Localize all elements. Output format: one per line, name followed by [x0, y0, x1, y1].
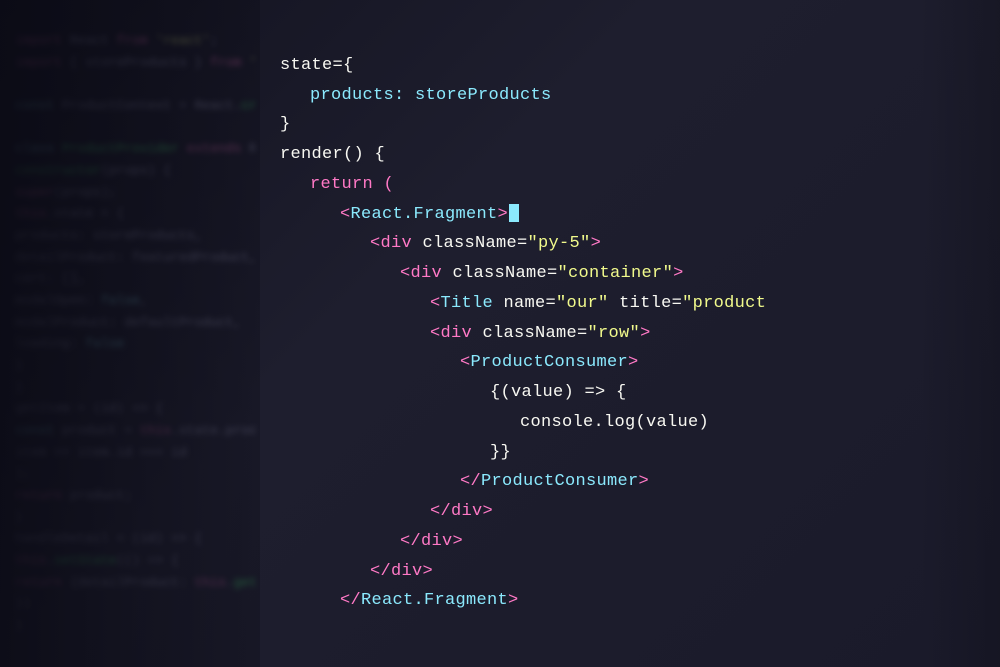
blur-line-11: detailProduct: featuredProduct,: [15, 247, 255, 269]
code-text: </React.Fragment>: [280, 586, 519, 616]
blur-line-1: import React from 'react';: [15, 30, 255, 52]
code-text: {(value) => {: [280, 378, 627, 408]
blur-line-15: loading: false: [15, 333, 255, 355]
code-line-productconsumer-close: </ProductConsumer>: [280, 467, 970, 497]
code-line-close-py5: </div>: [280, 557, 970, 587]
code-text: </div>: [280, 557, 433, 587]
code-text: products: storeProducts: [280, 81, 552, 111]
code-text: </div>: [280, 527, 463, 557]
code-line-close-fn: }}: [280, 438, 970, 468]
code-line-close-container: </div>: [280, 527, 970, 557]
code-text: }: [280, 110, 291, 140]
code-line-close-state: }: [280, 110, 970, 140]
code-line-productconsumer-open: <ProductConsumer>: [280, 348, 970, 378]
text-cursor: [509, 204, 519, 222]
blur-line-5: [15, 117, 255, 139]
blur-line-13: modalOpen: false,: [15, 290, 255, 312]
code-line-state: state={: [280, 51, 970, 81]
blur-line-14: modalProduct: defaultProduct,: [15, 312, 255, 334]
code-text: state={: [280, 51, 354, 81]
code-text: <React.Fragment>: [280, 200, 519, 230]
code-block: state={ products: storeProducts } render…: [260, 31, 1000, 636]
code-line-div-row: <div className="row">: [280, 319, 970, 349]
blur-line-2: import { storeProducts } from './data';: [15, 52, 255, 74]
code-text: <ProductConsumer>: [280, 348, 639, 378]
code-text: <div className="py-5">: [280, 229, 601, 259]
blur-line-7: constructor(props) {: [15, 160, 255, 182]
code-line-div-container: <div className="container">: [280, 259, 970, 289]
code-line-fragment-close: </React.Fragment>: [280, 586, 970, 616]
code-text: </ProductConsumer>: [280, 467, 649, 497]
blur-line-19: const product = this.state.products.find…: [15, 420, 255, 442]
code-line-render: render() {: [280, 140, 970, 170]
blur-line-20: item => item.id === id: [15, 442, 255, 464]
code-line-fragment-open: <React.Fragment>: [280, 200, 970, 230]
blur-line-25: this.setState(() => {: [15, 550, 255, 572]
code-line-console-log: console.log(value): [280, 408, 970, 438]
blur-line-4: const ProductContext = React.createConte…: [15, 95, 255, 117]
blur-line-24: handleDetail = (id) => {: [15, 528, 255, 550]
blur-line-10: products: storeProducts,: [15, 225, 255, 247]
blur-line-26: return {detailProduct: this.getItem(id)}: [15, 572, 255, 594]
code-line-div-py5: <div className="py-5">: [280, 229, 970, 259]
code-text: </div>: [280, 497, 493, 527]
code-text: return (: [280, 170, 394, 200]
blur-line-9: this.state = {: [15, 203, 255, 225]
code-text: }}: [280, 438, 511, 468]
editor-container: import React from 'react'; import { stor…: [0, 0, 1000, 667]
blur-line-8: super(props);: [15, 182, 255, 204]
code-line-return: return (: [280, 170, 970, 200]
code-line-title: <Title name="our" title="product: [280, 289, 970, 319]
blur-line-21: );: [15, 463, 255, 485]
blur-line-28: }: [15, 615, 255, 637]
code-text: console.log(value): [280, 408, 709, 438]
code-text: render() {: [280, 140, 385, 170]
blur-line-22: return product;: [15, 485, 255, 507]
blur-line-17: }: [15, 377, 255, 399]
code-line-products: products: storeProducts: [280, 81, 970, 111]
blur-line-6: class ProductProvider extends React.Comp…: [15, 138, 255, 160]
code-text: <div className="container">: [280, 259, 684, 289]
code-line-close-row: </div>: [280, 497, 970, 527]
blur-line-23: }: [15, 507, 255, 529]
code-editor-main: state={ products: storeProducts } render…: [260, 0, 1000, 667]
code-line-arrow-fn: {(value) => {: [280, 378, 970, 408]
blur-line-18: getItem = (id) => {: [15, 398, 255, 420]
blur-line-16: }: [15, 355, 255, 377]
blurred-code-panel: import React from 'react'; import { stor…: [0, 0, 270, 667]
code-text: <div className="row">: [280, 319, 651, 349]
blur-line-27: }): [15, 593, 255, 615]
code-text: <Title name="our" title="product: [280, 289, 766, 319]
blur-line-3: [15, 73, 255, 95]
blur-line-12: cart: [],: [15, 268, 255, 290]
